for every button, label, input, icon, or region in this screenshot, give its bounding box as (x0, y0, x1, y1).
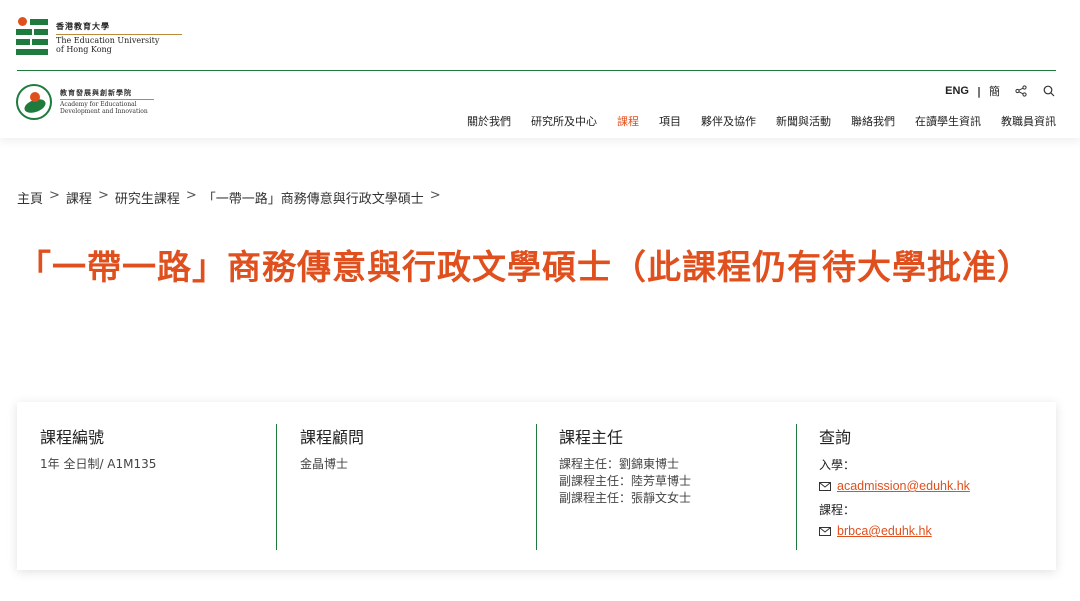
academy-name-en-2: Development and Innovation (60, 108, 148, 115)
page-title: 「一帶一路」商務傳意與行政文學碩士（此課程仍有待大學批准） (17, 248, 1032, 288)
breadcrumb-separator: > (429, 188, 441, 203)
breadcrumb-current[interactable]: 「一帶一路」商務傳意與行政文學碩士 (203, 188, 424, 207)
lang-separator: | (976, 84, 981, 98)
university-name-zh: 香港教育大學 (56, 21, 110, 31)
programme-email-link[interactable]: brbca@eduhk.hk (837, 524, 932, 538)
nav-item-news[interactable]: 新聞與活動 (776, 113, 831, 129)
column-divider (536, 424, 537, 550)
mail-icon (819, 526, 831, 536)
search-icon[interactable] (1042, 84, 1056, 98)
breadcrumb-separator: > (97, 188, 109, 203)
programme-code-value: 1年 全日制/ A1M135 (40, 457, 157, 471)
academy-name-zh: 教育發展與創新學院 (60, 88, 132, 97)
programme-advisor-section: 課程顧問 金晶博士 (300, 424, 530, 550)
university-name-en-1: The Education University (56, 36, 160, 45)
site-header: 香港教育大學 The Education University of Hong … (0, 0, 1080, 138)
academy-emblem-icon (16, 84, 52, 120)
academy-name-en-1: Academy for Educational (60, 101, 137, 108)
programme-info-card: 課程編號 1年 全日制/ A1M135 課程顧問 金晶博士 課程主任 課程主任：… (17, 402, 1056, 570)
breadcrumb-separator: > (185, 188, 197, 203)
programme-deputy-leader-line: 副課程主任：陸芳草博士 (559, 474, 692, 488)
breadcrumb: 主頁 > 課程 > 研究生課程 > 「一帶一路」商務傳意與行政文學碩士 > (17, 188, 447, 207)
column-divider (276, 424, 277, 550)
programme-code-section: 課程編號 1年 全日制/ A1M135 (40, 424, 270, 550)
nav-item-partnership[interactable]: 夥伴及協作 (701, 113, 756, 129)
utility-bar: ENG | 簡 (945, 83, 1056, 99)
nav-item-students[interactable]: 在讀學生資訊 (915, 113, 981, 129)
nav-item-centres[interactable]: 研究所及中心 (531, 113, 597, 129)
programme-deputy-leader-line: 副課程主任：張靜文女士 (559, 491, 692, 505)
programme-code-heading: 課程編號 (40, 428, 105, 447)
column-divider (796, 424, 797, 550)
programme-leaders-section: 課程主任 課程主任：劉錦東博士 副課程主任：陸芳草博士 副課程主任：張靜文女士 (559, 424, 789, 550)
programme-enquiry-label: 課程： (819, 503, 856, 517)
programme-advisor-value: 金晶博士 (300, 457, 349, 471)
academy-logo[interactable]: 教育發展與創新學院 Academy for Educational Develo… (16, 84, 154, 120)
nav-item-staff[interactable]: 教職員資訊 (1001, 113, 1056, 129)
header-divider (17, 70, 1056, 71)
programme-leader-line: 課程主任：劉錦東博士 (559, 457, 680, 471)
breadcrumb-separator: > (49, 188, 60, 203)
lang-en-link[interactable]: ENG (945, 85, 969, 97)
nav-item-projects[interactable]: 項目 (659, 113, 681, 129)
lang-sc-link[interactable]: 簡 (989, 83, 1000, 99)
university-logo[interactable]: 香港教育大學 The Education University of Hong … (16, 16, 182, 56)
mail-icon (819, 481, 831, 491)
admission-label: 入學： (819, 458, 856, 472)
main-nav: 關於我們 研究所及中心 課程 項目 夥伴及協作 新聞與活動 聯絡我們 在讀學生資… (447, 113, 1056, 129)
share-icon[interactable] (1014, 84, 1028, 98)
nav-item-about[interactable]: 關於我們 (467, 113, 511, 129)
programme-leaders-heading: 課程主任 (559, 428, 624, 447)
eduhk-logo-icon (16, 16, 50, 56)
programme-advisor-heading: 課程顧問 (300, 428, 365, 447)
breadcrumb-postgraduate[interactable]: 研究生課程 (115, 188, 180, 207)
breadcrumb-programmes[interactable]: 課程 (66, 188, 92, 207)
admission-email-link[interactable]: acadmission@eduhk.hk (837, 479, 970, 493)
breadcrumb-home[interactable]: 主頁 (17, 188, 43, 207)
enquiry-section: 查詢 入學： acadmission@eduhk.hk 課程： brbca@ed… (819, 424, 1049, 550)
nav-item-contact[interactable]: 聯絡我們 (851, 113, 895, 129)
enquiry-heading: 查詢 (819, 428, 852, 447)
nav-item-programmes[interactable]: 課程 (617, 113, 639, 129)
university-name-en-2: of Hong Kong (56, 45, 112, 54)
